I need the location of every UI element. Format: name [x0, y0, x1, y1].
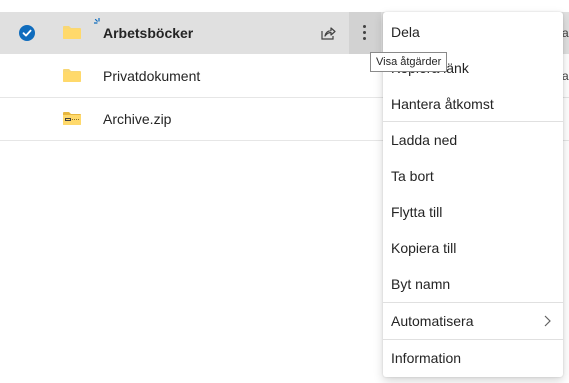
chevron-right-icon [544, 315, 551, 327]
menu-item-label: Automatisera [391, 313, 474, 329]
menu-item-information[interactable]: Information [383, 340, 563, 376]
zip-folder-icon [63, 112, 81, 125]
tooltip: Visa åtgärder [370, 52, 448, 72]
more-vertical-icon [363, 25, 366, 43]
menu-item-label: Byt namn [391, 276, 451, 292]
menu-item-byt-namn[interactable]: Byt namn [383, 266, 563, 302]
file-name[interactable]: Arbetsböcker [103, 24, 193, 42]
menu-item-label: Flytta till [391, 204, 443, 220]
menu-item-label: Kopiera till [391, 240, 457, 256]
clipped-column-text: al [562, 26, 569, 40]
more-actions-button[interactable] [349, 12, 381, 54]
menu-item-ladda-ned[interactable]: Ladda ned [383, 122, 563, 158]
share-icon[interactable] [319, 24, 337, 42]
menu-item-label: Dela [391, 24, 420, 40]
menu-item-label: Information [391, 350, 462, 366]
menu-item-hantera-atkomst[interactable]: Hantera åtkomst [383, 86, 563, 122]
file-name[interactable]: Archive.zip [103, 110, 171, 128]
menu-item-dela[interactable]: Dela [383, 14, 563, 50]
menu-item-label: Ladda ned [391, 132, 458, 148]
menu-item-label: Ta bort [391, 168, 434, 184]
selected-check-icon[interactable] [19, 25, 35, 41]
folder-icon [63, 69, 81, 82]
file-name[interactable]: Privatdokument [103, 67, 200, 85]
menu-item-label: Hantera åtkomst [391, 96, 494, 112]
menu-item-automatisera[interactable]: Automatisera [383, 303, 563, 339]
menu-item-kopiera-till[interactable]: Kopiera till [383, 230, 563, 266]
clipped-column-text: al [562, 69, 569, 83]
folder-icon [63, 26, 81, 39]
menu-item-flytta-till[interactable]: Flytta till [383, 194, 563, 230]
menu-item-ta-bort[interactable]: Ta bort [383, 158, 563, 194]
